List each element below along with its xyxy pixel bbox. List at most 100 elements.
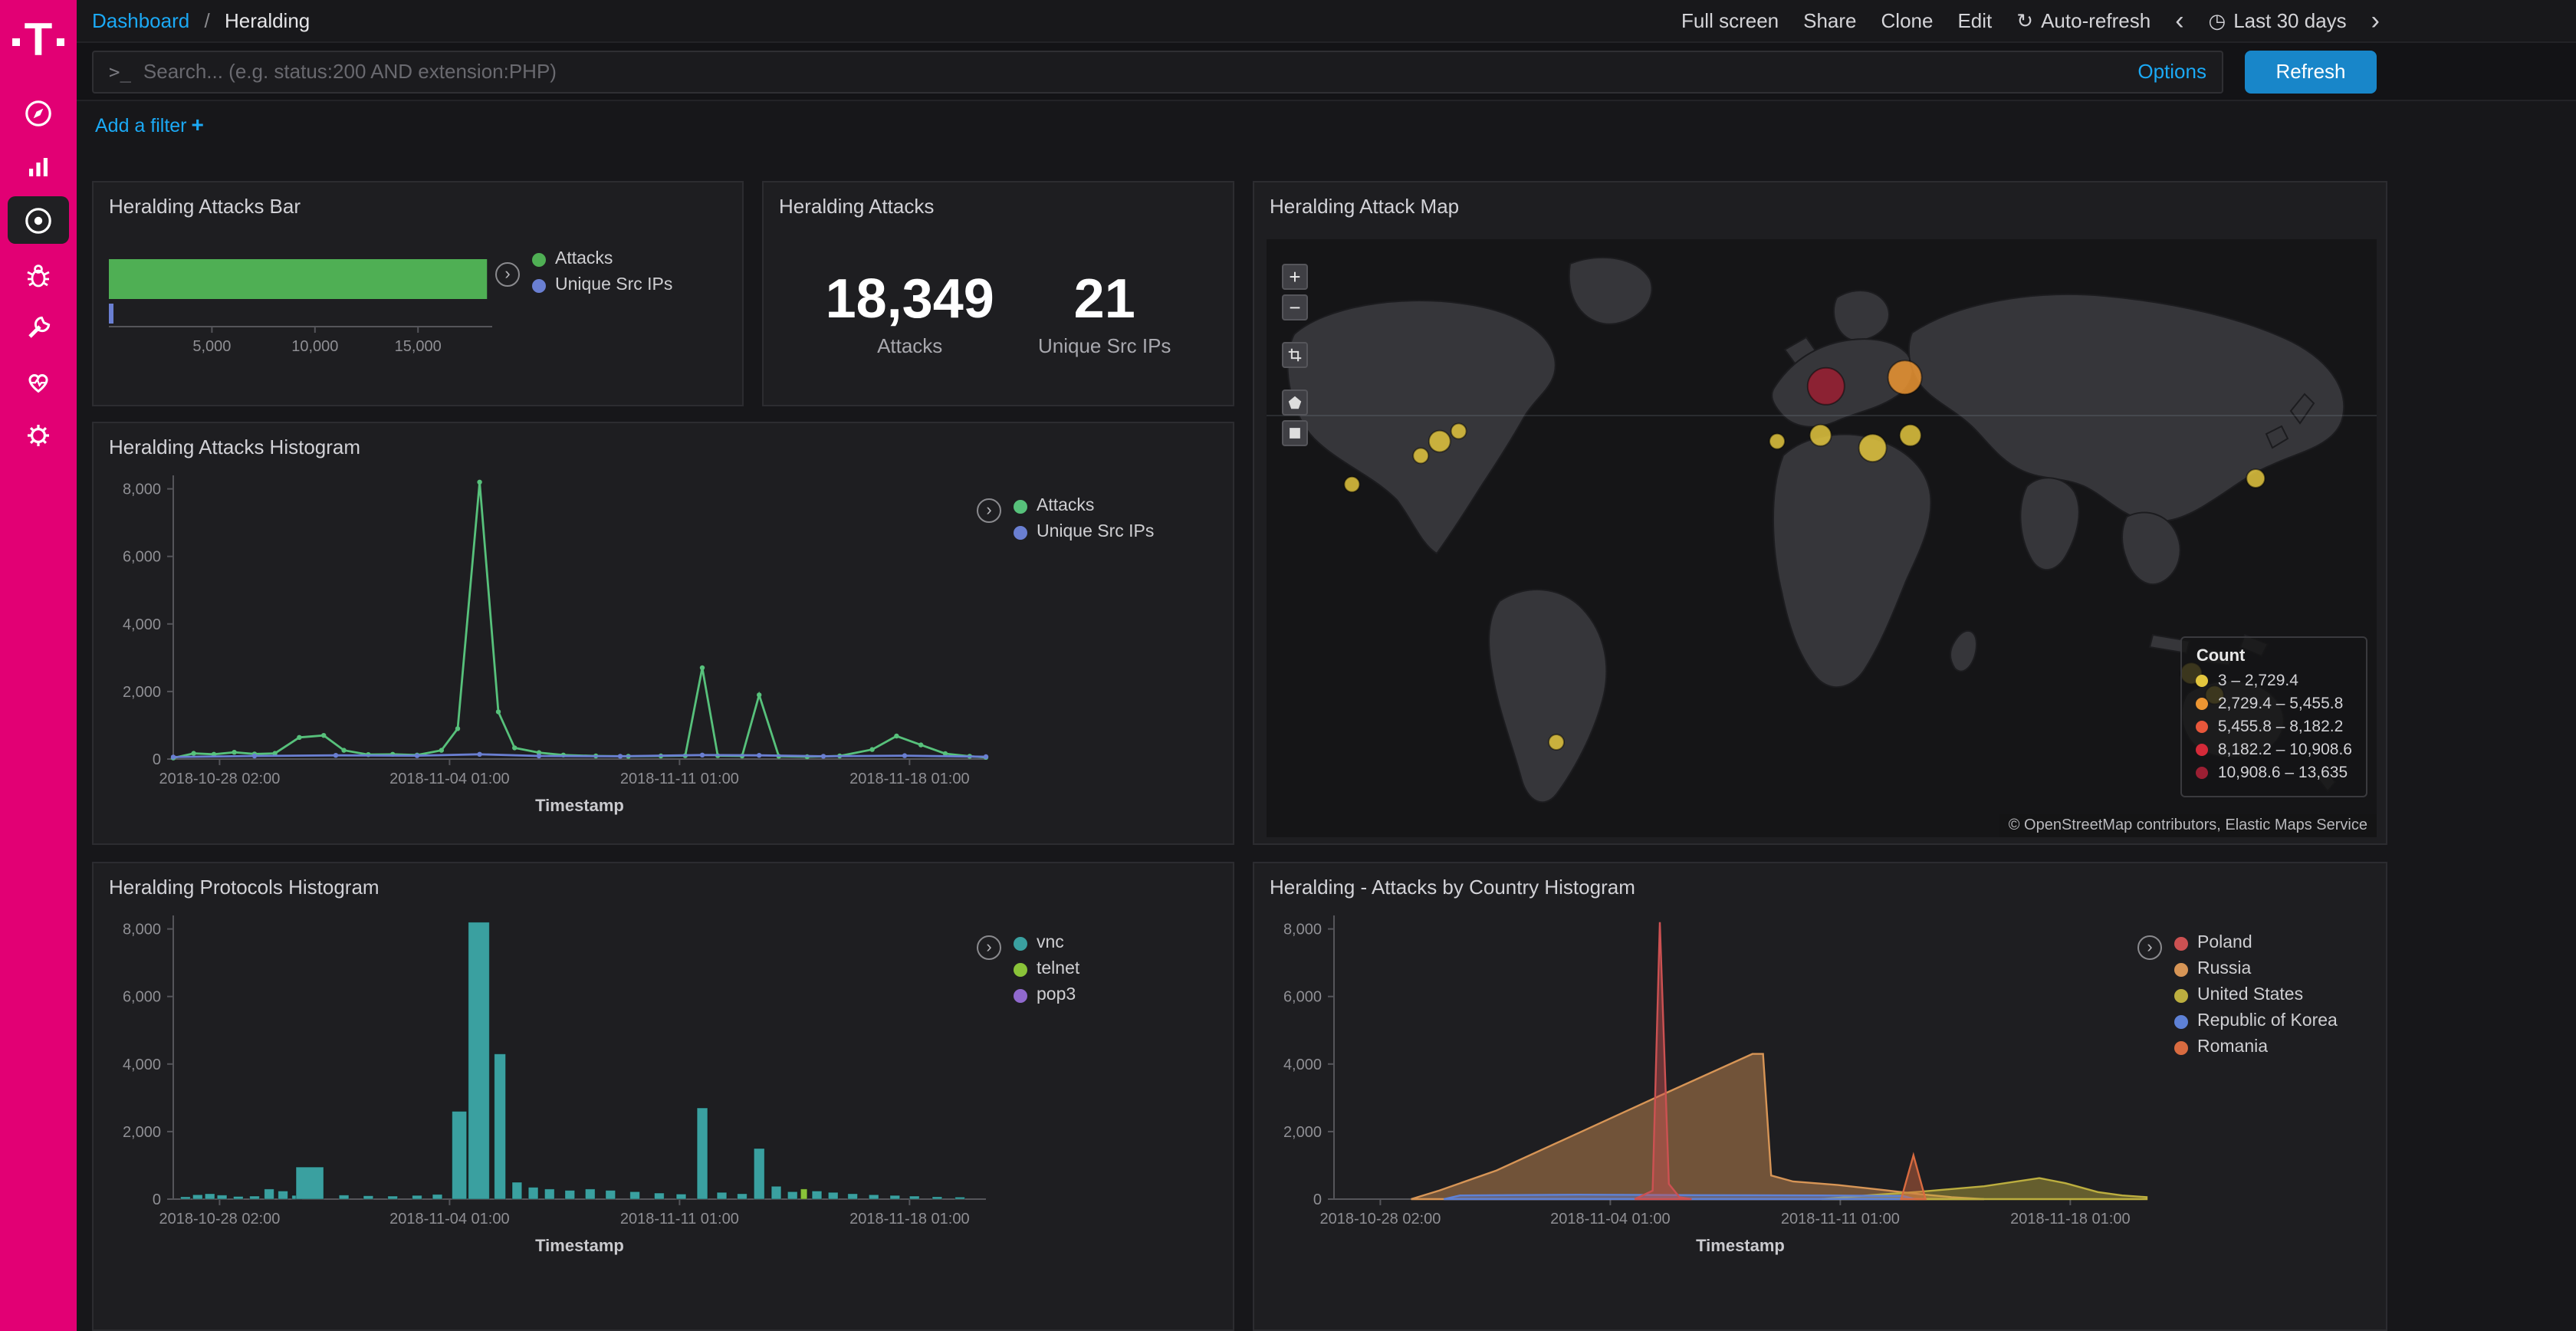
map-legend: Count 3 – 2,729.42,729.4 – 5,455.85,455.… [2181, 636, 2367, 797]
map-marker[interactable] [1900, 425, 1921, 446]
protocols-histogram-chart[interactable]: 02,0004,0006,0008,0002018-10-28 02:00201… [100, 903, 1020, 1287]
svg-text:4,000: 4,000 [123, 616, 161, 633]
refresh-cycle-icon: ↻ [2016, 8, 2033, 33]
legend-item[interactable]: Russia [2174, 960, 2338, 978]
legend-label: 2,729.4 – 5,455.8 [2218, 695, 2344, 713]
edit-button[interactable]: Edit [1957, 9, 1992, 32]
sidebar-icon-heartbeat[interactable] [0, 354, 77, 408]
clone-button[interactable]: Clone [1881, 9, 1934, 32]
svg-text:4,000: 4,000 [1283, 1057, 1322, 1073]
sidebar-icon-bar-chart[interactable] [0, 140, 77, 193]
svg-text:2,000: 2,000 [123, 684, 161, 701]
map-marker[interactable] [1344, 477, 1359, 492]
panel-title[interactable]: Heralding Attacks Histogram [94, 423, 1233, 465]
map-attribution[interactable]: © OpenStreetMap contributors, Elastic Ma… [1999, 814, 2377, 837]
legend-label: pop3 [1037, 986, 1076, 1004]
breadcrumb-dashboard-link[interactable]: Dashboard [92, 9, 189, 32]
chart-legend: Attacks Unique Src IPs [1014, 497, 1154, 549]
legend-toggle-icon[interactable]: › [977, 498, 1001, 523]
map-marker[interactable] [1888, 360, 1922, 394]
metric-unique-src-ips: 21 Unique Src IPs [1038, 267, 1171, 357]
t-mobile-logo[interactable]: T [0, 18, 77, 64]
legend-item[interactable]: vnc [1014, 934, 1079, 952]
svg-text:Timestamp: Timestamp [535, 796, 624, 815]
sidebar-icon-gear[interactable] [0, 408, 77, 462]
chart-legend: Attacks Unique Src IPs [532, 250, 672, 302]
svg-text:2,000: 2,000 [123, 1124, 161, 1141]
legend-item[interactable]: Attacks [532, 250, 672, 268]
map-marker[interactable] [1413, 448, 1428, 463]
zoom-in-button[interactable]: + [1282, 264, 1308, 290]
search-box[interactable]: >_ Options [92, 50, 2223, 93]
attacks-histogram-chart[interactable]: 02,0004,0006,0008,0002018-10-28 02:00201… [100, 463, 1020, 845]
legend-item[interactable]: Unique Src IPs [1014, 523, 1154, 541]
map-marker[interactable] [1451, 423, 1467, 439]
legend-dot [1014, 962, 1027, 976]
map-marker[interactable] [1429, 431, 1451, 452]
sidebar-icon-bug[interactable] [0, 247, 77, 301]
sidebar-icon-compass[interactable] [0, 86, 77, 140]
map-marker[interactable] [1808, 368, 1845, 405]
legend-item[interactable]: United States [2174, 986, 2338, 1004]
zoom-out-button[interactable]: − [1282, 294, 1308, 320]
refresh-button[interactable]: Refresh [2245, 50, 2377, 93]
polygon-select-button[interactable] [1282, 389, 1308, 416]
panel-title[interactable]: Heralding Attack Map [1254, 182, 2386, 224]
legend-dot [2196, 675, 2209, 687]
legend-label: Attacks [555, 250, 613, 268]
legend-item[interactable]: 8,182.2 – 10,908.6 [2196, 741, 2352, 759]
add-filter-link[interactable]: Add a filter+ [95, 112, 204, 136]
legend-toggle-icon[interactable]: › [495, 262, 520, 287]
legend-label: United States [2197, 986, 2303, 1004]
legend-item[interactable]: telnet [1014, 960, 1079, 978]
app-sidebar: T [0, 0, 77, 1331]
full-screen-button[interactable]: Full screen [1681, 9, 1779, 32]
sidebar-icon-wrench[interactable] [0, 301, 77, 354]
sidebar-icon-target[interactable] [8, 196, 69, 244]
panel-title[interactable]: Heralding Protocols Histogram [94, 863, 1233, 905]
country-histogram-chart[interactable]: 02,0004,0006,0008,0002018-10-28 02:00201… [1260, 903, 2180, 1287]
legend-toggle-icon[interactable]: › [977, 935, 1001, 960]
legend-item[interactable]: 2,729.4 – 5,455.8 [2196, 695, 2352, 713]
svg-text:2018-11-18 01:00: 2018-11-18 01:00 [849, 771, 969, 787]
svg-text:2018-10-28 02:00: 2018-10-28 02:00 [159, 1211, 280, 1227]
time-range-button[interactable]: ◷Last 30 days [2209, 8, 2347, 33]
attack-map[interactable]: + − Count 3 – 2,729.42,729.4 – 5,455.85,… [1267, 239, 2377, 837]
map-marker[interactable] [1769, 434, 1785, 449]
legend-item[interactable]: 5,455.8 – 8,182.2 [2196, 718, 2352, 736]
panel-title[interactable]: Heralding Attacks Bar [94, 182, 742, 224]
console-prompt-icon: >_ [109, 61, 131, 82]
map-marker[interactable] [1549, 735, 1564, 750]
legend-dot [2196, 698, 2209, 710]
legend-item[interactable]: Unique Src IPs [532, 276, 672, 294]
svg-text:15,000: 15,000 [395, 338, 442, 355]
legend-item[interactable]: Attacks [1014, 497, 1154, 515]
time-back-button[interactable]: ‹ [2175, 8, 2183, 34]
legend-item[interactable]: pop3 [1014, 986, 1079, 1004]
legend-toggle-icon[interactable]: › [2137, 935, 2162, 960]
legend-item[interactable]: 3 – 2,729.4 [2196, 672, 2352, 690]
attacks-bar-chart[interactable]: 5,00010,00015,000 [100, 238, 606, 383]
logo-dot [13, 38, 21, 45]
share-button[interactable]: Share [1803, 9, 1856, 32]
map-marker[interactable] [1810, 425, 1832, 446]
legend-dot [2174, 988, 2188, 1002]
search-input[interactable] [143, 60, 2125, 83]
legend-item[interactable]: Romania [2174, 1038, 2338, 1057]
panel-title[interactable]: Heralding - Attacks by Country Histogram [1254, 863, 2386, 905]
legend-dot [2174, 1014, 2188, 1028]
map-marker[interactable] [2246, 469, 2265, 488]
legend-item[interactable]: Republic of Korea [2174, 1012, 2338, 1030]
svg-text:4,000: 4,000 [123, 1057, 161, 1073]
time-forward-button[interactable]: › [2371, 8, 2380, 34]
auto-refresh-button[interactable]: ↻Auto-refresh [2016, 8, 2150, 33]
svg-text:0: 0 [153, 1191, 161, 1208]
legend-item[interactable]: Poland [2174, 934, 2338, 952]
map-marker[interactable] [1859, 434, 1887, 462]
fit-bounds-button[interactable] [1282, 342, 1308, 368]
panel-title[interactable]: Heralding Attacks [764, 182, 1233, 224]
legend-item[interactable]: 10,908.6 – 13,635 [2196, 764, 2352, 782]
options-link[interactable]: Options [2137, 60, 2206, 83]
metric-value: 21 [1038, 267, 1171, 331]
rect-select-button[interactable] [1282, 420, 1308, 446]
